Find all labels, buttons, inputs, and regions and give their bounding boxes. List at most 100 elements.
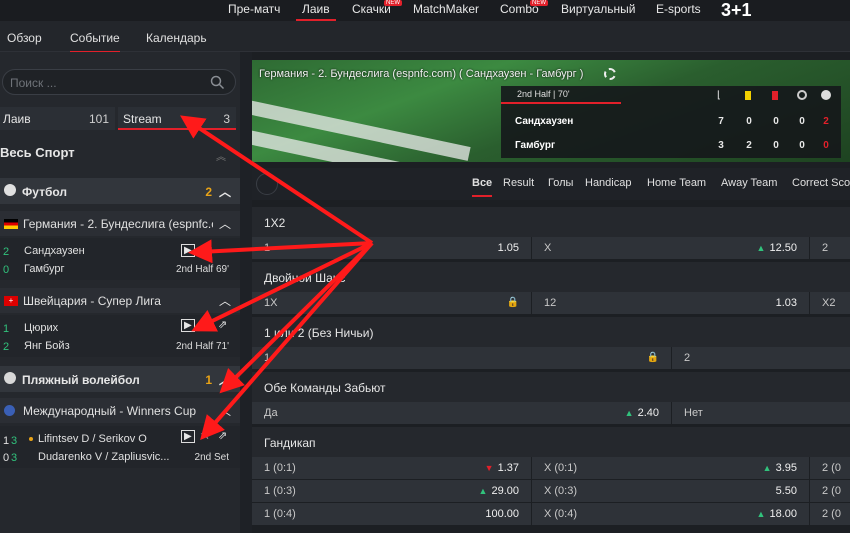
goal-ball-icon [821, 90, 831, 100]
corner-icon: ⌊ [717, 90, 721, 101]
match-score: 3 [11, 452, 18, 464]
sport-beach-volleyball[interactable]: Пляжный волейбол 1 ︿ [0, 366, 240, 392]
external-link-icon[interactable]: ⇗ [218, 318, 227, 331]
nav-prematch[interactable]: Пре-матч [228, 2, 280, 16]
chevron-up-icon[interactable]: ︿ [219, 292, 231, 309]
chevron-up-icon[interactable]: ︿ [219, 371, 231, 388]
tab-event[interactable]: Событие [70, 31, 120, 53]
odds-cell[interactable]: X2 [810, 292, 850, 314]
chevron-up-icon[interactable]: ︿ [219, 402, 231, 419]
sidebar: Поиск ... Лаив 101 Stream 3 Весь Спорт ︽… [0, 52, 240, 533]
new-badge: NEW [530, 0, 548, 6]
odds-cell[interactable]: 2 (0 [810, 503, 850, 525]
odds-value: 100.00 [485, 508, 519, 520]
league-winners-cup[interactable]: Международный - Winners Cup ︿ [0, 398, 240, 423]
odds-cell[interactable]: Нет [672, 402, 850, 424]
odds-value: 29.00 [491, 485, 519, 497]
collapse-all-icon[interactable]: ︽ [216, 148, 226, 163]
market-tab-handicap[interactable]: Handicap [585, 177, 631, 189]
market-header[interactable]: Двойной Шанс [252, 262, 850, 292]
market-title: 1X2 [264, 216, 286, 230]
match-volleyball[interactable]: 1 3 Lifintsev D / Serikov O 0 3 Dudarenk… [0, 426, 240, 468]
stream-icon[interactable]: ▶ [181, 244, 195, 257]
odds-cell[interactable]: 2 [672, 347, 850, 369]
odds-value: 3.95 [775, 462, 797, 474]
odds-cell[interactable]: 2 (0 [810, 457, 850, 479]
market-header[interactable]: 1 или 2 (Без Ничьи) [252, 317, 850, 347]
odds-value: 1.37 [497, 462, 519, 474]
all-sport-heading[interactable]: Весь Спорт [0, 145, 75, 160]
odds-value: 1.03 [775, 297, 797, 309]
chevron-up-icon[interactable]: ︿ [219, 215, 231, 232]
odds-cell[interactable]: X (0:4) ▲ 18.00 [532, 503, 810, 525]
odds-cell[interactable]: 2 [810, 237, 850, 259]
tab-overview[interactable]: Обзор [7, 31, 42, 45]
stat-shots: 0 [799, 116, 805, 127]
external-link-icon[interactable]: ⇗ [218, 429, 227, 442]
market-tab-all[interactable]: Все [472, 177, 493, 197]
chevron-up-icon[interactable]: ︿ [219, 183, 231, 200]
arrow-up-icon: ▲ [624, 408, 634, 418]
match-score: 0 [3, 264, 10, 276]
tab-live-list[interactable]: Лаив 101 [0, 107, 115, 130]
outcome-label: 2 (0 [822, 508, 841, 520]
tab-calendar[interactable]: Календарь [146, 31, 207, 45]
odds-cell[interactable]: Да ▲ 2.40 [252, 402, 672, 424]
favorite-star-icon[interactable]: ☆ [200, 317, 211, 331]
nav-esports[interactable]: E-sports [656, 2, 701, 16]
period-underline [501, 102, 621, 104]
team-away: Гамбург [24, 263, 65, 275]
market-tab-correct-score[interactable]: Correct Sco [792, 177, 850, 189]
match-sandhausen-hamburg[interactable]: 2 Сандхаузен 0 Гамбург ▶ 2nd Half 69' [0, 238, 240, 280]
sport-football[interactable]: Футбол 2 ︿ [0, 178, 240, 204]
market-search-icon[interactable] [256, 173, 278, 195]
stream-icon[interactable]: ▶ [181, 319, 195, 332]
search-input[interactable]: Поиск ... [2, 69, 236, 95]
odds-cell[interactable]: 1 (0:4) 100.00 [252, 503, 532, 525]
market-tabs: Все Result Голы Handicap Home Team Away … [252, 168, 850, 200]
lock-icon: 🔒 [646, 352, 659, 363]
odds-cell[interactable]: 1 🔒 [252, 347, 672, 369]
nav-live[interactable]: Лаив [296, 2, 336, 21]
main-content: Германия - 2. Бундеслига (espnfc.com) ( … [252, 52, 850, 533]
odds-cell[interactable]: 1 1.05 [252, 237, 532, 259]
market-header[interactable]: 1X2 [252, 207, 850, 237]
odds-cell[interactable]: 1 (0:3) ▲ 29.00 [252, 480, 532, 502]
market-header[interactable]: Обе Команды Забьют [252, 372, 850, 402]
league-germany[interactable]: Германия - 2. Бундеслига (espnfc.com) ︿ [0, 211, 240, 236]
shots-icon [797, 90, 807, 100]
brand-logo[interactable]: 3+1 [721, 0, 752, 21]
nav-matchmaker[interactable]: MatchMaker [413, 2, 479, 16]
odds-cell[interactable]: 1X 🔒 [252, 292, 532, 314]
tab-live-count: 101 [88, 112, 109, 126]
arrow-up-icon: ▲ [756, 243, 766, 253]
loading-icon [604, 68, 616, 80]
arrow-up-icon: ▲ [478, 486, 488, 496]
market-tab-goals[interactable]: Голы [548, 177, 573, 189]
lock-icon: 🔒 [506, 297, 519, 308]
odds-cell[interactable]: 12 1.03 [532, 292, 810, 314]
set-score: 1 [3, 435, 10, 447]
odds-cell[interactable]: 1 (0:1) ▼ 1.37 [252, 457, 532, 479]
market-tab-home[interactable]: Home Team [647, 177, 706, 189]
odds-cell[interactable]: 2 (0 [810, 480, 850, 502]
search-icon[interactable] [210, 75, 225, 90]
market-tab-away[interactable]: Away Team [721, 177, 777, 189]
match-score: 2 [3, 246, 10, 258]
stat-red: 0 [773, 140, 779, 151]
globe-icon [4, 405, 15, 416]
odds-cell[interactable]: X (0:1) ▲ 3.95 [532, 457, 810, 479]
stream-icon[interactable]: ▶ [181, 430, 195, 443]
nav-virtual[interactable]: Виртуальный [561, 2, 636, 16]
market-header[interactable]: Гандикап [252, 427, 850, 457]
match-score: 3 [11, 435, 18, 447]
favorite-star-icon[interactable]: ☆ [200, 428, 211, 442]
scoreboard-team-home: Сандхаузен [515, 116, 574, 127]
odds-cell[interactable]: X (0:3) 5.50 [532, 480, 810, 502]
odds-cell[interactable]: X ▲ 12.50 [532, 237, 810, 259]
outcome-label: 1 (0:4) [264, 508, 296, 520]
league-switzerland[interactable]: + Швейцария - Супер Лига ︿ [0, 288, 240, 313]
match-zurich-youngboys[interactable]: 1 Цюрих 2 Янг Бойз ▶ ☆ ⇗ 2nd Half 71' [0, 315, 240, 357]
tab-stream[interactable]: Stream 3 [118, 107, 236, 130]
market-tab-result[interactable]: Result [503, 177, 534, 189]
